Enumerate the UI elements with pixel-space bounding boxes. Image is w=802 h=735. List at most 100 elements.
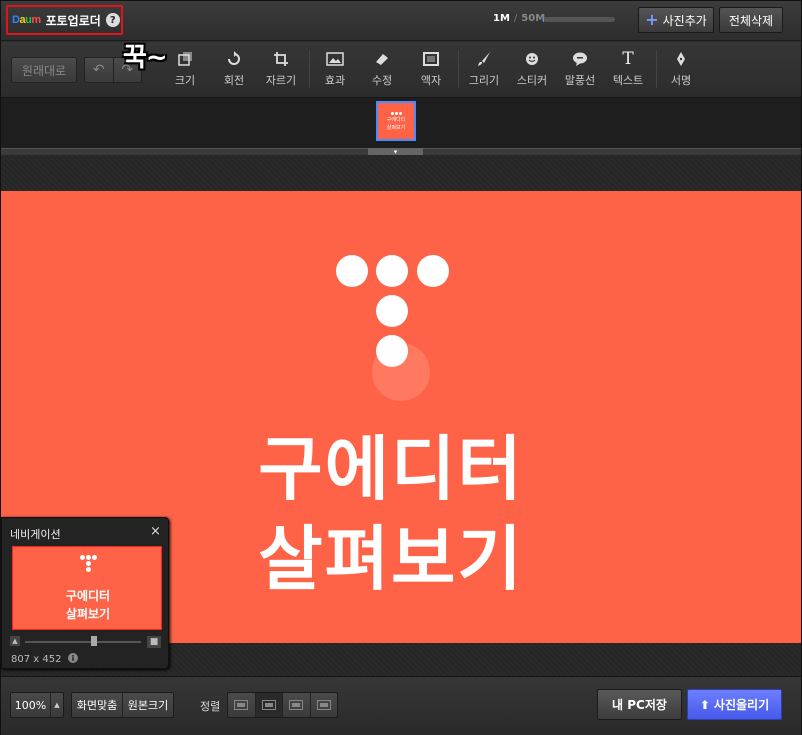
- annotation-sticker: 꾹~: [123, 43, 168, 73]
- smiley-icon: [525, 48, 539, 70]
- capacity-readout: 1M / 50M: [493, 13, 545, 24]
- toolbar-divider: [458, 50, 459, 88]
- undo-button[interactable]: ↶: [85, 58, 113, 82]
- image-headline-1: 구에디터: [258, 428, 524, 510]
- toolbar-divider: [656, 50, 657, 88]
- preview-text-2: 살펴보기: [65, 607, 111, 621]
- plus-icon: +: [645, 10, 659, 29]
- pen-nib-icon: [676, 48, 686, 70]
- align-left-button[interactable]: [228, 693, 255, 717]
- photo-uploader-window: Daum 포토업로더 ? 1M / 50M + 사진추가 전체삭제 원래대로 ↶…: [0, 0, 802, 735]
- align-label: 정렬: [200, 700, 221, 713]
- zoom-knob[interactable]: [91, 636, 97, 646]
- watermark: [372, 343, 430, 401]
- app-title: 포토업로더: [45, 13, 101, 28]
- capacity-max: 50M: [521, 13, 546, 24]
- logo-dot: [376, 255, 408, 287]
- align-right-icon: [289, 700, 304, 710]
- fit-group: 화면맞춤 원본크기: [71, 692, 174, 718]
- upload-photo-button[interactable]: ⬆ 사진올리기: [687, 689, 782, 720]
- edit-toolbar: 원래대로 ↶ ↷ 크기 회전 자르기 효과 수정 액자 그리기 스티커 말풍선 …: [1, 42, 801, 98]
- tool-label: 액자: [420, 74, 442, 87]
- thumbnail-text-2: 살펴보기: [386, 124, 406, 131]
- tool-speech-bubble[interactable]: 말풍선: [560, 48, 600, 90]
- logo-dot: [376, 295, 408, 327]
- upload-label: 사진올리기: [713, 698, 770, 712]
- tool-label: 회전: [223, 74, 245, 87]
- tool-sticker[interactable]: 스티커: [512, 48, 552, 90]
- tool-retouch[interactable]: 수정: [362, 48, 402, 90]
- tool-resize[interactable]: 크기: [165, 48, 205, 90]
- tool-text[interactable]: T 텍스트: [608, 48, 648, 90]
- chevron-up-icon[interactable]: ▲: [50, 693, 63, 717]
- capacity-bar: [543, 17, 615, 22]
- frame-icon: [423, 48, 439, 70]
- align-justify-button[interactable]: [309, 693, 338, 717]
- tool-label: 서명: [670, 74, 692, 87]
- speech-bubble-icon: [572, 48, 588, 70]
- image-size: 807 x 452: [11, 654, 62, 665]
- tool-label: 스티커: [516, 74, 548, 87]
- add-photo-label: 사진추가: [662, 13, 707, 28]
- save-to-pc-button[interactable]: 내 PC저장: [597, 689, 682, 720]
- logo-dot: [336, 255, 368, 287]
- zoom-out-icon[interactable]: ▲: [10, 636, 20, 646]
- eraser-icon: [374, 48, 390, 70]
- tool-label: 크기: [174, 74, 196, 87]
- capacity-used: 1M: [493, 13, 510, 24]
- align-right-button[interactable]: [282, 693, 310, 717]
- navigator-preview[interactable]: 구에디터 살펴보기: [12, 546, 162, 630]
- tool-rotate[interactable]: 회전: [214, 48, 254, 90]
- tool-label: 말풍선: [564, 74, 596, 87]
- close-icon[interactable]: ×: [150, 524, 161, 539]
- tool-label: 자르기: [265, 74, 297, 87]
- navigator-zoom-slider[interactable]: ▲ ■: [10, 636, 162, 648]
- align-left-icon: [234, 700, 249, 710]
- capacity-separator: /: [513, 13, 518, 24]
- strip-toggle-handle[interactable]: ▾: [368, 148, 423, 156]
- preview-text-1: 구에디터: [65, 589, 111, 603]
- thumbnail-text-1: 구에디터: [386, 116, 406, 123]
- tool-effect[interactable]: 효과: [315, 48, 355, 90]
- zoom-in-icon[interactable]: ■: [147, 636, 161, 648]
- top-bar: Daum 포토업로더 ? 1M / 50M + 사진추가 전체삭제: [1, 1, 801, 41]
- upload-arrow-icon: ⬆: [699, 697, 710, 712]
- tool-label: 효과: [324, 74, 346, 87]
- navigator-panel: 네비게이션 × 구에디터 살펴보기 ▲ ■ 807 x 452 i: [1, 517, 169, 669]
- align-justify-icon: [316, 700, 331, 710]
- tool-label: 수정: [371, 74, 393, 87]
- zoom-value: 100%: [14, 698, 47, 712]
- delete-all-button[interactable]: 전체삭제: [719, 7, 783, 33]
- thumbnail-strip: 구에디터 살펴보기: [1, 98, 801, 148]
- help-icon[interactable]: ?: [105, 13, 120, 27]
- original-size-button[interactable]: 원본크기: [122, 693, 173, 717]
- tool-draw[interactable]: 그리기: [464, 48, 504, 90]
- navigator-title: 네비게이션: [10, 528, 61, 541]
- align-center-icon: [261, 700, 276, 710]
- bottom-bar: 100% ▲ 화면맞춤 원본크기 정렬 내 PC저장 ⬆ 사진올리기: [1, 676, 801, 735]
- effect-icon: [326, 48, 344, 70]
- zoom-track[interactable]: [25, 641, 141, 643]
- tool-signature[interactable]: 서명: [661, 48, 701, 90]
- align-group: [227, 692, 338, 718]
- crop-icon: [273, 48, 289, 70]
- tool-label: 그리기: [468, 74, 500, 87]
- resize-icon: [177, 48, 193, 70]
- revert-original-button[interactable]: 원래대로: [11, 57, 77, 83]
- fit-screen-button[interactable]: 화면맞춤: [72, 693, 122, 717]
- thumbnail-logo: [390, 111, 402, 115]
- brush-icon: [476, 48, 492, 70]
- app-brand: Daum 포토업로더 ?: [6, 5, 123, 35]
- daum-logo: Daum: [12, 14, 41, 26]
- tool-crop[interactable]: 자르기: [261, 48, 301, 90]
- toolbar-divider: [309, 50, 310, 88]
- rotate-icon: [226, 48, 242, 70]
- align-center-button[interactable]: [254, 693, 282, 717]
- undo-icon: ↶: [92, 62, 105, 78]
- zoom-select[interactable]: 100% ▲: [10, 692, 64, 718]
- add-photo-button[interactable]: + 사진추가: [638, 7, 714, 33]
- tool-frame[interactable]: 액자: [411, 48, 451, 90]
- text-icon: T: [622, 49, 634, 69]
- info-icon[interactable]: i: [68, 653, 78, 663]
- photo-thumbnail[interactable]: 구에디터 살펴보기: [376, 101, 416, 141]
